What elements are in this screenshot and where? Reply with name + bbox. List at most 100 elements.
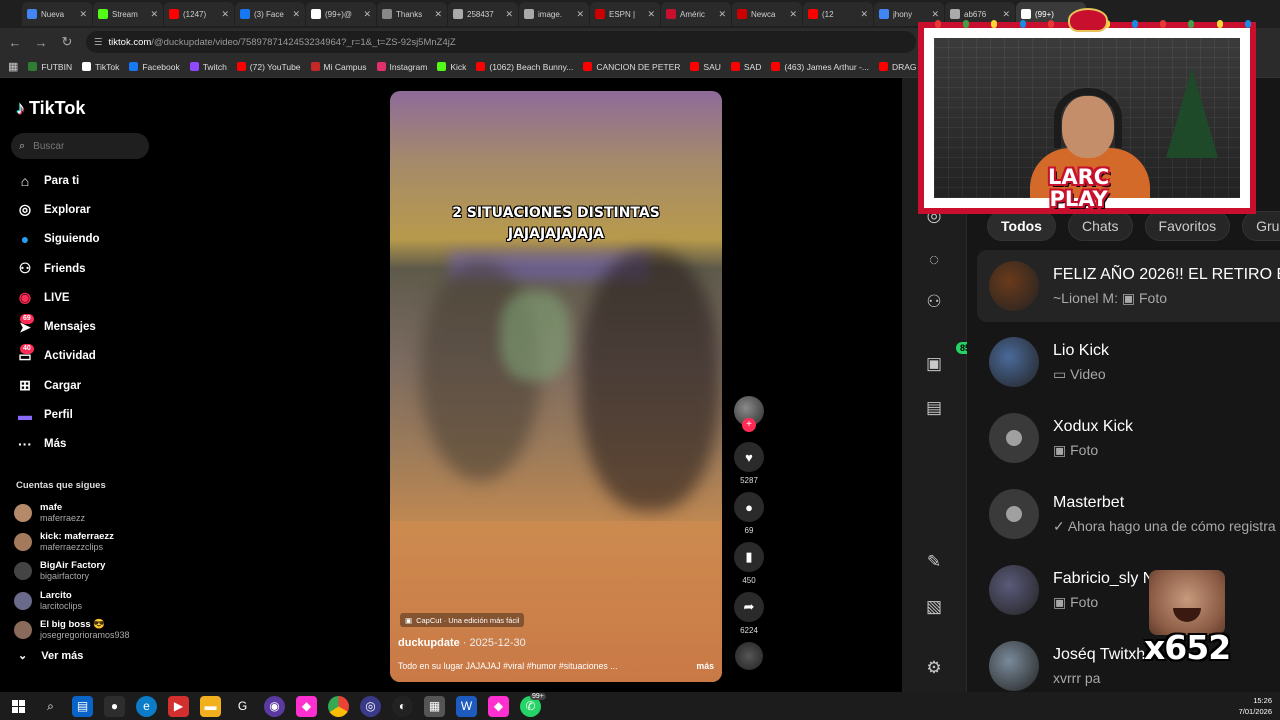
bookmark-item[interactable]: (1062) Beach Bunny...	[476, 62, 573, 72]
bookmark-item[interactable]: Kick	[437, 62, 466, 72]
nav-item-más[interactable]: ··· Más	[0, 430, 160, 459]
following-account[interactable]: El big boss 😎 josegregorioramos938	[14, 615, 160, 644]
archived-icon[interactable]: ▣ 85	[922, 342, 975, 376]
bookmark-item[interactable]: Mi Campus	[310, 62, 367, 72]
nav-item-mensajes[interactable]: ➤ Mensajes 69	[0, 312, 160, 341]
nav-item-siguiendo[interactable]: ● Siguiendo	[0, 225, 160, 254]
following-account[interactable]: BigAir Factory bigairfactory	[14, 557, 160, 586]
bookmark-item[interactable]: SAD	[730, 62, 761, 72]
bookmark-item[interactable]: Instagram	[376, 62, 427, 72]
browser-tab[interactable]: image. ✕	[519, 2, 589, 26]
browser-tab[interactable]: 258437 ✕	[448, 2, 518, 26]
filter-chip-gru[interactable]: Gru	[1242, 211, 1280, 241]
calculator-icon[interactable]: ▦	[424, 695, 445, 717]
browser-tab[interactable]: ESPN | ✕	[590, 2, 660, 26]
chat-row[interactable]: Xodux Kick ▣ Foto	[977, 402, 1280, 474]
forward-icon[interactable]: →	[34, 35, 48, 50]
settings-gear-icon[interactable]: ⚙	[922, 656, 946, 680]
app-purple-icon[interactable]: ◎	[360, 695, 381, 717]
system-clock[interactable]: 15:26 7/01/2026	[1239, 695, 1272, 717]
app-g-icon[interactable]: G	[232, 696, 253, 717]
chat-row[interactable]: Joséq Twitxh xvrrr pa	[977, 630, 1280, 692]
tab-close-icon[interactable]: ✕	[1002, 9, 1010, 20]
nav-item-para-ti[interactable]: ⌂ Para ti	[0, 166, 160, 195]
chat-row[interactable]: Fabricio_sly N ▣ Foto	[977, 554, 1280, 626]
filter-chip-todos[interactable]: Todos	[987, 211, 1056, 241]
capcut-tag[interactable]: ▣ CapCut · Una edición más fácil	[400, 613, 525, 627]
back-icon[interactable]: ←	[8, 35, 22, 50]
whatsapp-icon[interactable]: ✆ 99+	[520, 692, 546, 717]
nav-item-perfil[interactable]: ▬ Perfil	[0, 400, 160, 429]
search-taskbar-icon[interactable]: ⌕	[40, 696, 61, 717]
tab-close-icon[interactable]: ✕	[79, 9, 87, 20]
browser-tab[interactable]: Newca ✕	[732, 2, 802, 26]
bookmark-item[interactable]: SAU	[690, 62, 721, 72]
discord-icon[interactable]: ◉	[264, 695, 285, 717]
media-icon[interactable]: ▧	[922, 595, 946, 619]
follow-plus-icon[interactable]: +	[742, 418, 756, 432]
music-disc-icon[interactable]	[735, 642, 763, 670]
browser-tab[interactable]: Stream ✕	[93, 2, 163, 26]
bookmark-item[interactable]: (463) James Arthur -...	[771, 62, 869, 72]
browser-tab[interactable]: (1247) ✕	[164, 2, 234, 26]
browser-tab[interactable]: Thanks ✕	[377, 2, 447, 26]
nav-item-live[interactable]: ◉ LIVE	[0, 283, 160, 312]
app-pink2-icon[interactable]: ◆	[488, 695, 509, 717]
app-pink-icon[interactable]: ◆	[296, 695, 317, 717]
following-account[interactable]: Larcito larcitoclips	[14, 586, 160, 615]
bookmark-item[interactable]: TikTok	[82, 62, 119, 72]
apps-grid-icon[interactable]: ▦	[8, 60, 18, 73]
bookmark-item[interactable]: CANCION DE PETER	[583, 62, 680, 72]
bookmark-item[interactable]: FUTBIN	[28, 62, 72, 72]
tab-close-icon[interactable]: ✕	[221, 9, 229, 20]
channels-icon[interactable]: ◌	[922, 248, 946, 272]
start-windows-icon[interactable]	[8, 696, 29, 717]
bookmark-item[interactable]: (72) YouTube	[236, 62, 301, 72]
chat-row[interactable]: Masterbet ✓ Ahora hago una de cómo regist…	[977, 478, 1280, 550]
bookmark-item[interactable]: DRAG	[878, 62, 917, 72]
nav-item-cargar[interactable]: ⊞ Cargar	[0, 371, 160, 400]
browser-tab[interactable]: (3) Face ✕	[235, 2, 305, 26]
tab-close-icon[interactable]: ✕	[931, 9, 939, 20]
store-icon[interactable]: ▤	[922, 396, 946, 420]
tab-close-icon[interactable]: ✕	[860, 9, 868, 20]
tab-close-icon[interactable]: ✕	[150, 9, 158, 20]
browser-tab[interactable]: Améric ✕	[661, 2, 731, 26]
search-input[interactable]: ⌕ Buscar	[11, 133, 149, 159]
browser-tab[interactable]: (99+)@ ✕	[306, 2, 376, 26]
tiktok-logo[interactable]: ♪ TikTok	[16, 98, 85, 119]
tab-close-icon[interactable]: ✕	[647, 9, 655, 20]
obs-icon[interactable]: ◐	[392, 695, 413, 717]
filter-chip-favoritos[interactable]: Favoritos	[1144, 211, 1231, 241]
tab-close-icon[interactable]: ✕	[576, 9, 584, 20]
steam-icon[interactable]: ●	[104, 695, 125, 717]
reload-icon[interactable]: ↻	[60, 34, 74, 50]
url-input[interactable]: ☰ tiktok.com/@duckupdate/video/758978714…	[86, 31, 916, 53]
bookmark-item[interactable]: Twitch	[189, 62, 227, 72]
tab-close-icon[interactable]: ✕	[434, 9, 442, 20]
see-more-button[interactable]: ⌄ Ver más	[18, 649, 83, 663]
creator-avatar[interactable]: +	[734, 396, 764, 432]
word-icon[interactable]: W	[456, 695, 477, 717]
chrome-icon[interactable]	[328, 695, 349, 717]
video-player[interactable]: 2 SITUACIONES DISTINTAS JAJAJAJAJAJA ▣ C…	[390, 91, 722, 682]
browser-tab[interactable]: Nueva ✕	[22, 2, 92, 26]
nav-item-actividad[interactable]: ▭ Actividad 40	[0, 342, 160, 371]
following-account[interactable]: mafe maferraezz	[14, 498, 160, 527]
folder-icon[interactable]: ▬	[200, 695, 221, 717]
chat-row[interactable]: Lio Kick ▭ Video	[977, 326, 1280, 398]
filter-chip-chats[interactable]: Chats	[1067, 211, 1133, 241]
nav-item-friends[interactable]: ⚇ Friends	[0, 254, 160, 283]
comment-icon[interactable]: ●	[734, 492, 764, 522]
site-info-icon[interactable]: ☰	[94, 37, 103, 48]
edit-icon[interactable]: ✎	[922, 550, 946, 574]
edge-icon[interactable]: e	[136, 695, 157, 717]
tab-close-icon[interactable]: ✕	[363, 9, 371, 20]
video-author[interactable]: duckupdate · 2025-12-30	[398, 637, 526, 649]
following-account[interactable]: kick: maferraezz maferraezzclips	[14, 527, 160, 556]
browser-tab[interactable]: (12 ✕	[803, 2, 873, 26]
more-link[interactable]: más	[696, 661, 714, 671]
file-explorer-icon[interactable]: ▤	[72, 695, 93, 717]
app-red-icon[interactable]: ▶	[168, 695, 189, 717]
bookmark-icon[interactable]: ▮	[734, 542, 764, 572]
